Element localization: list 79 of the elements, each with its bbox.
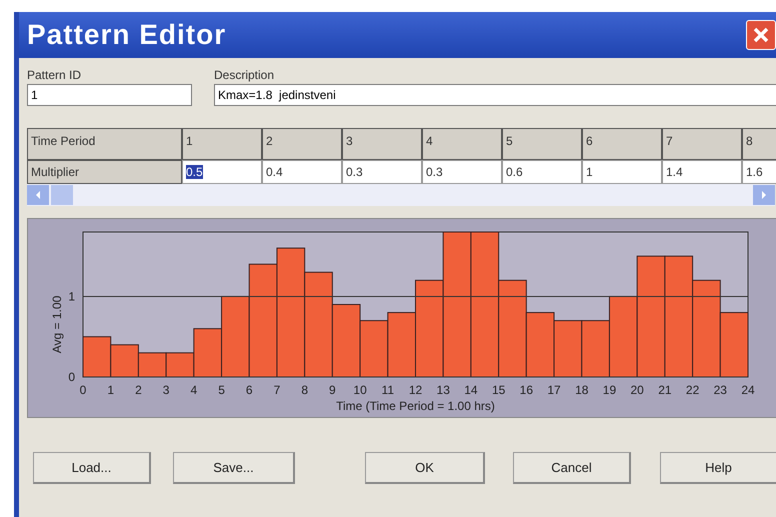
table-cell[interactable]: 1.4 bbox=[662, 160, 742, 184]
column-header: 8 bbox=[742, 128, 776, 160]
row-header: Multiplier bbox=[27, 160, 182, 184]
x-axis-title: Time (Time Period = 1.00 hrs) bbox=[336, 399, 495, 413]
cell-value: 1.6 bbox=[746, 165, 763, 179]
y-tick-label: 0 bbox=[68, 370, 75, 384]
column-header: 6 bbox=[582, 128, 662, 160]
bar bbox=[110, 344, 139, 378]
cell-value: 1.4 bbox=[666, 165, 683, 179]
x-tick-label: 1 bbox=[107, 383, 114, 397]
dialog-button[interactable]: Load... bbox=[33, 452, 151, 484]
x-tick-label: 13 bbox=[436, 383, 450, 397]
x-tick-label: 10 bbox=[353, 383, 367, 397]
bar bbox=[360, 320, 388, 378]
scroll-thumb[interactable] bbox=[51, 185, 73, 205]
x-tick-label: 22 bbox=[686, 383, 700, 397]
x-tick-label: 4 bbox=[190, 383, 198, 397]
cell-value: 0.3 bbox=[346, 165, 363, 179]
column-header: 1 bbox=[182, 128, 262, 160]
x-tick-label: 7 bbox=[274, 383, 280, 397]
x-tick-label: 21 bbox=[658, 383, 672, 397]
dialog-button[interactable]: Help bbox=[660, 452, 776, 484]
x-tick-label: 24 bbox=[741, 383, 755, 397]
table-cell[interactable]: 1 bbox=[582, 160, 662, 184]
bar bbox=[138, 352, 167, 378]
x-tick-label: 17 bbox=[547, 383, 561, 397]
x-tick-label: 16 bbox=[520, 383, 534, 397]
left-arrow-icon bbox=[34, 191, 42, 199]
x-tick-label: 2 bbox=[135, 383, 142, 397]
field-label: Description bbox=[214, 68, 276, 82]
x-tick-label: 0 bbox=[80, 383, 86, 397]
bar bbox=[82, 336, 112, 378]
window-title: Pattern Editor bbox=[27, 19, 226, 51]
x-tick-label: 3 bbox=[162, 383, 170, 397]
x-tick-label: 8 bbox=[301, 383, 308, 397]
dialog-button[interactable]: OK bbox=[365, 452, 485, 484]
column-header: 3 bbox=[342, 128, 422, 160]
cell-value: 0.3 bbox=[426, 165, 443, 179]
table-cell[interactable]: 1.6 bbox=[742, 160, 776, 184]
x-tick-label: 15 bbox=[492, 383, 506, 397]
dialog-button[interactable]: Cancel bbox=[513, 452, 631, 484]
x-tick-label: 6 bbox=[246, 383, 253, 397]
scroll-right-button[interactable] bbox=[753, 185, 775, 205]
table-cell[interactable]: 0.6 bbox=[502, 160, 582, 184]
y-axis-title: Avg = 1.00 bbox=[50, 296, 64, 354]
x-tick-label: 23 bbox=[714, 383, 727, 397]
pattern-id-field[interactable]: 1 bbox=[27, 84, 192, 106]
x-tick-label: 14 bbox=[464, 383, 478, 397]
bar bbox=[581, 320, 610, 378]
close-icon bbox=[752, 26, 770, 44]
table-cell[interactable]: 0.3 bbox=[422, 160, 502, 184]
column-header: 2 bbox=[262, 128, 342, 160]
row-header: Time Period bbox=[27, 128, 182, 160]
x-tick-label: 19 bbox=[602, 383, 616, 397]
description-field[interactable]: Kmax=1.8 jedinstveni bbox=[214, 84, 776, 106]
x-tick-label: 18 bbox=[575, 383, 588, 397]
cell-value: 1 bbox=[586, 165, 593, 179]
right-arrow-icon bbox=[760, 191, 768, 199]
horizontal-scrollbar[interactable] bbox=[27, 184, 775, 206]
column-header: 5 bbox=[502, 128, 582, 160]
column-header: 7 bbox=[662, 128, 742, 160]
x-tick-label: 20 bbox=[630, 383, 644, 397]
x-tick-label: 9 bbox=[329, 383, 336, 397]
x-tick-label: 11 bbox=[382, 383, 394, 397]
close-button[interactable] bbox=[746, 20, 776, 50]
column-header: 4 bbox=[422, 128, 502, 160]
scroll-left-button[interactable] bbox=[27, 185, 49, 205]
table-cell[interactable]: 0.3 bbox=[342, 160, 422, 184]
table-cell[interactable]: 0.5 bbox=[182, 160, 262, 184]
field-label: Pattern ID bbox=[27, 68, 82, 82]
x-tick-label: 12 bbox=[408, 383, 422, 397]
dialog-button[interactable]: Save... bbox=[173, 452, 295, 484]
x-tick-label: 5 bbox=[218, 383, 225, 397]
cell-value: 0.4 bbox=[266, 165, 283, 179]
cell-value: 0.5 bbox=[186, 165, 203, 179]
table-cell[interactable]: 0.4 bbox=[262, 160, 342, 184]
bar bbox=[554, 320, 582, 378]
cell-value: 0.6 bbox=[506, 165, 523, 179]
y-tick-label: 1 bbox=[68, 289, 75, 304]
